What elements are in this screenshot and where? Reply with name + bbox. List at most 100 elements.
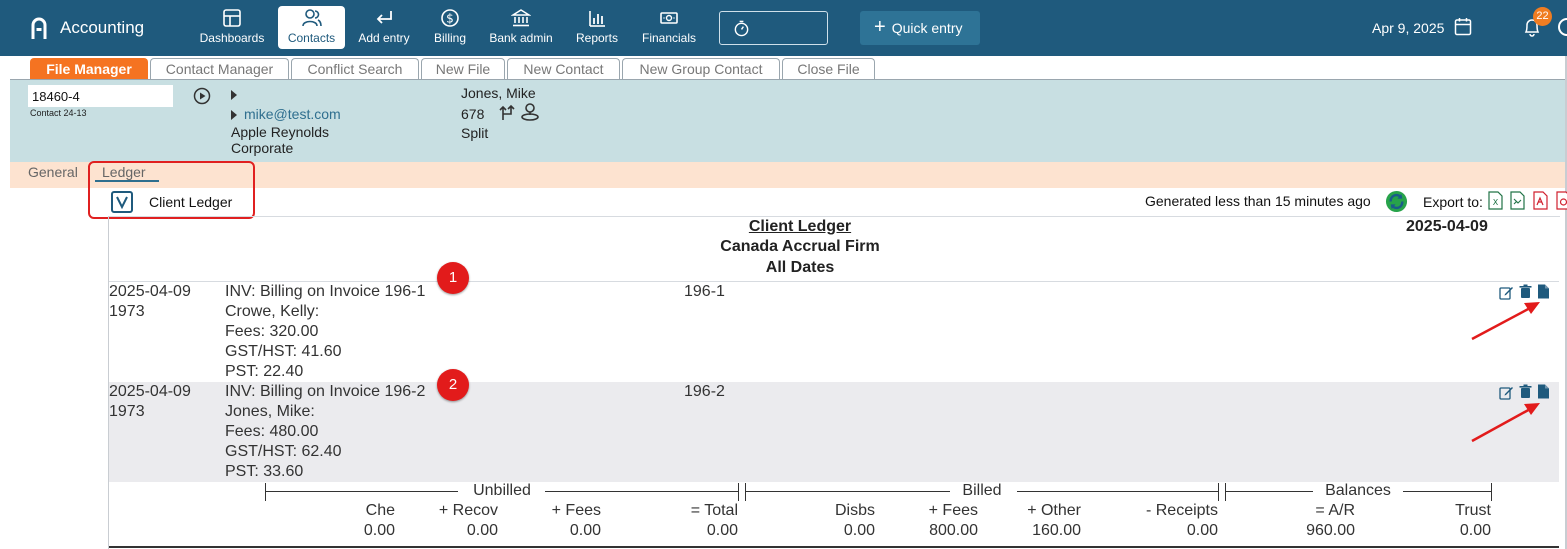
billing-icon: $	[441, 9, 459, 27]
balances-group-header: Balances	[1225, 482, 1492, 502]
total-label: = A/R	[1315, 502, 1355, 519]
total-value: 960.00	[1306, 522, 1355, 539]
top-navigation-bar: Accounting Dashboards Contacts Add entry…	[0, 0, 1567, 56]
quick-entry-label: Quick entry	[891, 20, 963, 36]
nav-label: Billing	[433, 31, 466, 45]
nav-add-entry[interactable]: Add entry	[354, 6, 414, 49]
location-person-icon[interactable]	[520, 101, 540, 121]
nav-label: Dashboards	[199, 31, 265, 45]
notification-badge: 22	[1533, 7, 1552, 26]
entry-pst: PST: 33.60	[225, 463, 304, 480]
tab-close-file[interactable]: Close File	[782, 58, 875, 79]
nav-label: Financials	[641, 31, 697, 45]
nav-bank-admin[interactable]: Bank admin	[485, 6, 557, 49]
unbilled-label: Unbilled	[473, 482, 531, 499]
nav-dashboards[interactable]: Dashboards	[196, 6, 268, 49]
entry-fees: Fees: 320.00	[225, 323, 319, 340]
total-label: + Fees	[928, 502, 978, 519]
nav-label: Add entry	[358, 31, 410, 45]
entry-reference: 196-2	[684, 383, 725, 400]
dashboard-icon	[223, 9, 241, 27]
entry-date: 2025-04-09	[109, 283, 191, 300]
help-icon[interactable]	[1558, 18, 1567, 36]
total-label: = Total	[690, 502, 738, 519]
entry-date: 2025-04-09	[109, 383, 191, 400]
total-label: Disbs	[834, 502, 875, 519]
total-value: 0.00	[1186, 522, 1218, 539]
calendar-icon[interactable]	[1454, 17, 1472, 36]
file-number-input[interactable]	[28, 85, 173, 107]
report-bottom-rule	[109, 546, 1559, 548]
nav-billing[interactable]: $ Billing	[428, 6, 472, 49]
reports-icon	[589, 11, 605, 27]
nav-label: Reports	[575, 31, 619, 45]
add-entry-icon	[376, 11, 392, 24]
unbilled-group-header: Unbilled	[265, 482, 739, 502]
contact-number: 678	[461, 106, 485, 122]
report-date: 2025-04-09	[1406, 218, 1488, 235]
total-value: 160.00	[1032, 522, 1081, 539]
table-row: 2025-04-09 1973 INV: Billing on Invoice …	[109, 282, 1559, 382]
contact-email[interactable]: mike@test.com	[244, 106, 341, 122]
nav-label: Contacts	[287, 31, 336, 45]
excel-export-icon[interactable]: X	[1488, 191, 1503, 210]
tab-contact-manager[interactable]: Contact Manager	[150, 58, 289, 79]
total-value: 0.00	[1459, 522, 1491, 539]
highlight-box	[88, 161, 255, 219]
stopwatch-icon	[734, 20, 749, 37]
total-label: - Receipts	[1145, 502, 1218, 519]
quick-entry-button[interactable]: + Quick entry	[860, 11, 980, 45]
entry-fees: Fees: 480.00	[225, 423, 319, 440]
csv-export-icon[interactable]	[1510, 191, 1525, 210]
pdf-export-icon[interactable]	[1533, 191, 1548, 210]
header-date: Apr 9, 2025	[1372, 20, 1445, 36]
play-icon[interactable]	[193, 87, 211, 105]
contact-company: Apple Reynolds	[231, 124, 330, 140]
entry-gst: GST/HST: 41.60	[225, 343, 342, 360]
total-value: 0.00	[363, 522, 395, 539]
total-label: Che	[365, 502, 395, 519]
caret-right-icon[interactable]	[231, 110, 237, 120]
generated-status: Generated less than 15 minutes ago	[1145, 193, 1371, 209]
app-brand[interactable]: Accounting	[30, 16, 144, 40]
billed-group-header: Billed	[745, 482, 1219, 502]
timer-button[interactable]	[719, 11, 828, 45]
total-label: + Fees	[551, 502, 601, 519]
red-arrow-annotation	[1471, 403, 1540, 443]
entry-number: 1973	[109, 303, 145, 320]
contact-person: Jones, Mike	[461, 85, 536, 101]
refresh-icon[interactable]	[1385, 190, 1408, 213]
tab-new-group-contact[interactable]: New Group Contact	[622, 58, 780, 79]
entry-client: Jones, Mike:	[225, 403, 315, 420]
pdf-alt-export-icon[interactable]	[1556, 191, 1567, 210]
tab-file-manager[interactable]: File Manager	[30, 58, 148, 79]
tab-conflict-search[interactable]: Conflict Search	[291, 58, 419, 79]
annotation-marker: 1	[437, 262, 469, 294]
report-title: Client Ledger	[748, 218, 852, 235]
entry-pst: PST: 22.40	[225, 363, 304, 380]
subnav-general[interactable]: General	[28, 164, 78, 180]
entry-description: INV: Billing on Invoice 196-1	[225, 283, 426, 300]
plus-icon: +	[874, 16, 886, 38]
report-firm: Canada Accrual Firm	[720, 238, 880, 255]
tab-new-contact[interactable]: New Contact	[507, 58, 620, 79]
transfer-icon[interactable]	[497, 102, 517, 122]
nav-label: Bank admin	[489, 31, 553, 45]
file-tabs: File Manager Contact Manager Conflict Se…	[30, 58, 875, 79]
nav-financials[interactable]: Financials	[638, 6, 700, 49]
table-row: 2025-04-09 1973 INV: Billing on Invoice …	[109, 382, 1559, 482]
caret-right-icon[interactable]	[231, 90, 237, 100]
tab-new-file[interactable]: New File	[421, 58, 505, 79]
total-label: Trust	[1455, 502, 1491, 519]
svg-text:X: X	[1493, 198, 1499, 207]
nav-reports[interactable]: Reports	[572, 6, 622, 49]
total-value: 0.00	[706, 522, 738, 539]
entry-reference: 196-1	[684, 283, 725, 300]
total-label: + Recov	[438, 502, 498, 519]
entry-gst: GST/HST: 62.40	[225, 443, 342, 460]
financials-icon	[660, 12, 678, 24]
contact-company-type: Corporate	[231, 140, 294, 156]
entry-description: INV: Billing on Invoice 196-2	[225, 383, 426, 400]
nav-contacts[interactable]: Contacts	[278, 6, 345, 49]
total-value: 0.00	[569, 522, 601, 539]
